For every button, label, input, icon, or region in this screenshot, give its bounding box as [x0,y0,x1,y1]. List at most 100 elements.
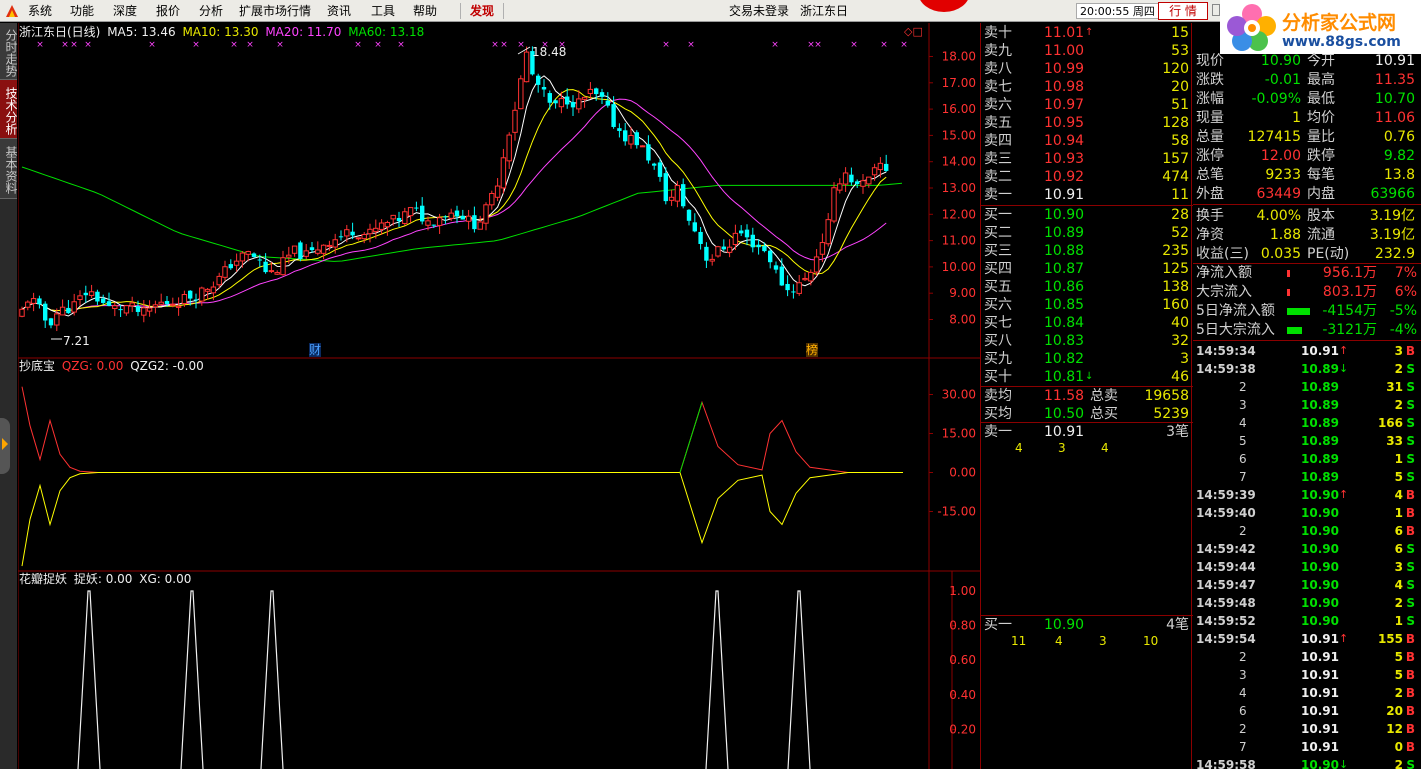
candle-body-down [721,246,726,250]
menu-discover[interactable]: 发现 [470,0,494,22]
tick-price: 10.91 [1301,650,1339,664]
candle-body-down [553,100,558,104]
candle-body-up [866,176,872,185]
stat-value: 10.91 [1374,53,1415,69]
tick-volume: 5 [1394,668,1403,682]
stat-key: 换手 [1196,208,1224,224]
signal-marker-icon: × [246,40,254,50]
candle-body-down [396,217,402,222]
order-level-price: 10.97 [1044,97,1085,113]
order-level-label: 卖八 [984,61,1012,77]
candle-body-down [164,301,170,305]
queue-order: 3 [1058,441,1066,455]
queue-order: 4 [1015,441,1023,455]
fund-flow-label: 5日大宗流入 [1196,322,1275,338]
candle-body-up [378,222,385,230]
candle-body-up [825,219,831,245]
candle-body-up [112,305,118,309]
window-control-icon[interactable] [1212,4,1220,16]
signal-marker-icon: × [491,40,499,50]
signal-spike [180,590,204,769]
tick-row: 14:59:58 10.90 ↓ 2 S [1193,756,1421,769]
bid1-queue-price: 10.90 [1044,617,1085,633]
menu-analysis[interactable]: 分析 [199,0,223,22]
menu-extended-market[interactable]: 扩展市场行情 [239,0,311,22]
menu-quote[interactable]: 报价 [156,0,180,22]
candle-body-down [855,181,860,185]
collapse-panel-button[interactable] [0,418,10,474]
candle-body-up [199,287,205,302]
stat-row: 现量 1 均价 11.06 [1193,109,1421,128]
candle-body-up [367,228,373,235]
stat-value: 4.00% [1256,208,1301,224]
candle-body-down [298,242,303,260]
candle-body-up [581,96,588,100]
tick-price: 10.91 [1301,344,1339,358]
quote-tab-button[interactable]: 行 情 [1158,2,1208,20]
signal-marker-icon: × [192,40,200,50]
chart-options-icon[interactable]: ◇□ [904,25,923,39]
indicator1-name: 抄底宝 [19,359,56,373]
candle-body-up [245,251,251,255]
tick-time: 14:59:34 [1196,344,1256,358]
candle-body-up [523,51,530,83]
candle-body-down [263,261,268,273]
menu-depth[interactable]: 深度 [113,0,137,22]
stat-key: 跌停 [1307,148,1335,164]
stat-key: 最高 [1307,72,1335,88]
average-label: 卖均 [984,388,1012,404]
candle-body-up [813,256,820,273]
tick-time: 14:59:42 [1196,542,1256,556]
candle-body-up [158,301,164,305]
signal-spike [77,590,101,769]
candle-body-up [587,88,594,94]
queue-order: 4 [1055,634,1063,648]
order-book-row: 买六 10.85 160 [981,296,1193,314]
candle-body-down [95,291,100,302]
order-level-volume: 15 [1171,25,1189,41]
order-level-label: 买三 [984,243,1012,259]
menu-news[interactable]: 资讯 [327,0,351,22]
tab-fundamentals[interactable]: 基本资料 [0,139,18,199]
candle-body-up [315,249,321,254]
tab-intraday[interactable]: 分时走势 [0,23,18,80]
left-tab-strip: 分时走势 技术分析 基本资料 [0,23,18,769]
stat-value: 0.035 [1260,246,1301,262]
menu-tools[interactable]: 工具 [371,0,395,22]
stat-key: 量比 [1307,129,1335,145]
tick-price: 10.90 [1301,506,1339,520]
menu-help[interactable]: 帮助 [413,0,437,22]
record-icon[interactable] [918,0,970,12]
queue-order: 3 [1099,634,1107,648]
order-level-label: 买十 [984,369,1012,385]
order-level-label: 卖七 [984,79,1012,95]
kline-chart-area[interactable]: × × × × × × × × × × × × × × × × × × × × × × × × × 18.00 17.00 16.0… [18,23,980,769]
stat-key: 涨停 [1196,148,1224,164]
menu-function[interactable]: 功能 [70,0,94,22]
tick-price: 10.89 [1301,416,1339,430]
candle-body-up [402,211,408,224]
ranking-marker[interactable]: 榜 [806,343,819,357]
tick-row: 14:59:42 10.90 6 S [1193,540,1421,558]
tick-row: 2 10.91 12 B [1193,720,1421,738]
tick-row: 2 10.89 31 S [1193,378,1421,396]
candle-body-down [704,246,709,261]
tick-volume: 3 [1394,560,1403,574]
order-level-price: 10.85 [1044,297,1085,313]
tick-direction: B [1405,686,1415,700]
candle-body-down [565,96,570,105]
login-status[interactable]: 交易未登录 [729,0,789,22]
y-tick-label: 0.60 [949,653,976,667]
tick-arrow: ↓ [1339,758,1349,769]
signal-marker-icon: × [276,40,284,50]
bid1-queue-header: 买一 10.90 4笔 [981,616,1193,634]
menu-system[interactable]: 系统 [28,0,52,22]
tick-volume: 33 [1386,434,1403,448]
candle-body-down [646,144,651,161]
tick-time: 14:59:48 [1196,596,1256,610]
stat-key: 流通 [1307,227,1335,243]
tick-time: 14:59:47 [1196,578,1256,592]
signal-marker-icon: × [687,40,695,50]
tab-technical-analysis[interactable]: 技术分析 [0,80,18,139]
finance-marker[interactable]: 财 [309,343,322,357]
